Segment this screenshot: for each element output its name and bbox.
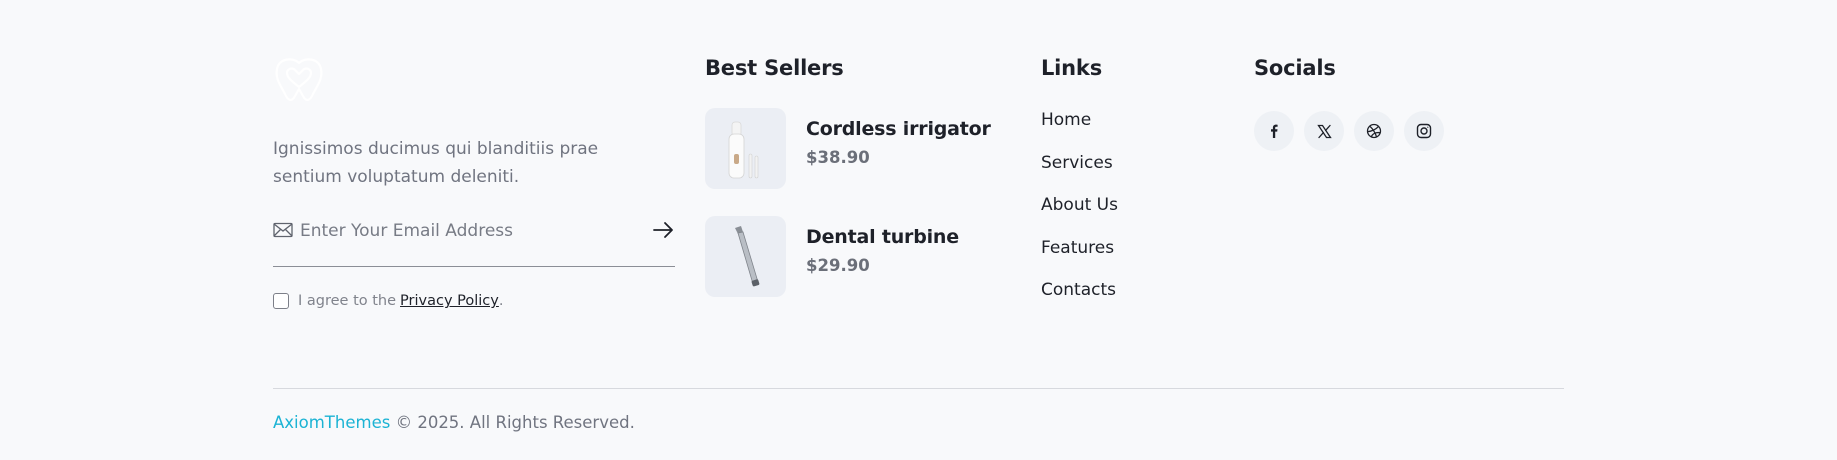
best-sellers-heading: Best Sellers	[705, 56, 844, 80]
agree-suffix: .	[498, 293, 504, 309]
copyright-text: © 2025. All Rights Reserved.	[390, 413, 635, 432]
product-price: $29.90	[806, 256, 870, 275]
privacy-agreement: I agree to the Privacy Policy .	[273, 290, 503, 312]
site-footer: Ignissimos ducimus qui blanditiis prae s…	[0, 0, 1837, 460]
x-twitter-button[interactable]	[1304, 111, 1344, 151]
link-home[interactable]: Home	[1041, 110, 1118, 153]
link-contacts[interactable]: Contacts	[1041, 280, 1118, 323]
link-features[interactable]: Features	[1041, 238, 1118, 281]
irrigator-image	[728, 121, 759, 179]
tooth-heart-icon[interactable]	[273, 56, 325, 104]
envelope-icon	[273, 222, 293, 238]
footer-divider	[273, 388, 1564, 389]
x-twitter-icon	[1316, 124, 1332, 138]
copyright: AxiomThemes © 2025. All Rights Reserved.	[273, 413, 635, 432]
turbine-image	[735, 226, 760, 287]
product-image-irrigator[interactable]	[705, 108, 786, 189]
agree-label: I agree to the	[298, 293, 397, 309]
email-input[interactable]	[300, 214, 630, 248]
copyright-brand-link[interactable]: AxiomThemes	[273, 413, 390, 432]
product-price: $38.90	[806, 148, 870, 167]
facebook-button[interactable]	[1254, 111, 1294, 151]
socials-heading: Socials	[1254, 56, 1336, 80]
product-name[interactable]: Dental turbine	[806, 226, 959, 248]
product-card[interactable]: Cordless irrigator $38.90	[705, 108, 995, 190]
subscribe-form	[273, 214, 675, 267]
link-about-us[interactable]: About Us	[1041, 195, 1118, 238]
privacy-checkbox[interactable]	[273, 293, 289, 309]
brand-description: Ignissimos ducimus qui blanditiis prae s…	[273, 139, 599, 187]
subscribe-submit-button[interactable]	[651, 218, 675, 242]
instagram-button[interactable]	[1404, 111, 1444, 151]
product-card[interactable]: Dental turbine $29.90	[705, 216, 995, 298]
arrow-right-icon	[653, 222, 673, 238]
links-heading: Links	[1041, 56, 1102, 80]
dribbble-icon	[1366, 123, 1382, 139]
privacy-policy-link[interactable]: Privacy Policy	[400, 293, 499, 309]
social-links	[1254, 111, 1444, 151]
product-name[interactable]: Cordless irrigator	[806, 118, 991, 140]
dribbble-button[interactable]	[1354, 111, 1394, 151]
link-services[interactable]: Services	[1041, 153, 1118, 196]
product-image-turbine[interactable]	[705, 216, 786, 297]
instagram-icon	[1416, 123, 1432, 139]
footer-links: Home Services About Us Features Contacts	[1041, 110, 1118, 323]
facebook-icon	[1271, 124, 1278, 138]
